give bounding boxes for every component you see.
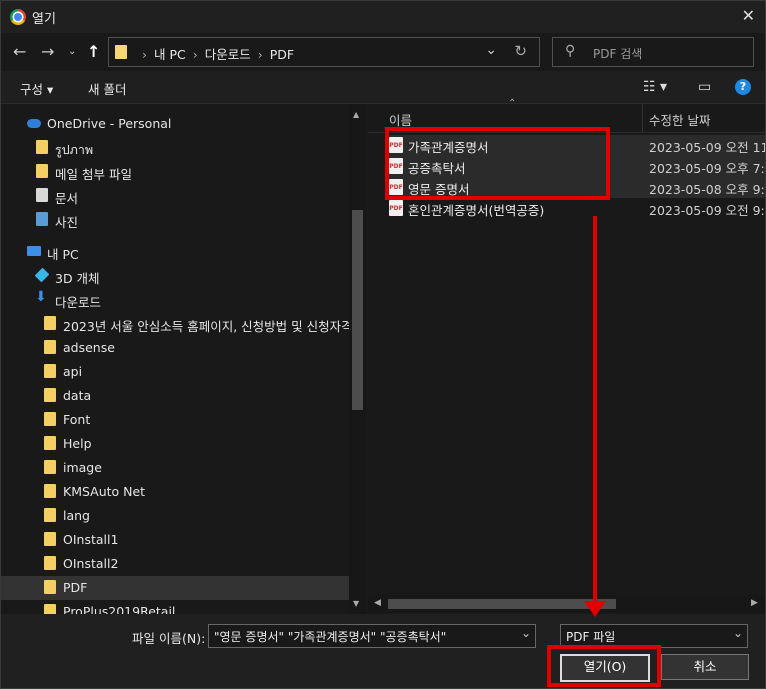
up-arrow-icon[interactable]: ↑ <box>87 42 100 61</box>
view-options-icon[interactable]: ☷ ▾ <box>643 79 667 95</box>
computer-icon <box>27 246 41 256</box>
open-file-dialog: 열기 ✕ ← → ⌄ ↑ › 내 PC › 다운로드 › PDF ⌄ ↻ ⚲ PDF 검색… <box>0 0 766 689</box>
sidebar-item-mail-attachments[interactable]: 메일 첨부 파일 <box>1 160 349 184</box>
pdf-file-icon: PDF <box>389 200 403 216</box>
scroll-thumb[interactable] <box>352 210 363 410</box>
help-icon[interactable]: ? <box>735 79 751 95</box>
document-icon <box>36 188 48 202</box>
breadcrumb-downloads[interactable]: 다운로드 <box>205 47 251 62</box>
sidebar-item-folder[interactable]: KMSAuto Net <box>1 480 349 504</box>
filename-label: 파일 이름(N): <box>132 631 206 646</box>
title-bar: 열기 ✕ <box>1 1 765 33</box>
scroll-left-icon[interactable]: ◀ <box>374 598 381 608</box>
command-bar: 구성 ▾ 새 폴더 ☷ ▾ ▭ ? <box>1 71 765 104</box>
sidebar-item-folder[interactable]: lang <box>1 504 349 528</box>
window-title: 열기 <box>32 12 56 27</box>
sidebar-item-folder[interactable]: 2023년 서울 안심소득 홈페이지, 신청방법 및 신청자격 <box>1 312 353 336</box>
file-row[interactable]: PDF 혼인관계증명서(번역공증) 2023-05-09 오전 9:5 <box>386 198 765 219</box>
sidebar-item-this-pc[interactable]: 내 PC <box>1 240 349 264</box>
file-date: 2023-05-09 오후 7:0 <box>649 161 766 176</box>
recent-chevron-icon[interactable]: ⌄ <box>68 46 76 57</box>
chrome-icon <box>10 9 26 25</box>
sidebar-item-folder[interactable]: ProPlus2019Retail <box>1 600 349 614</box>
cloud-icon <box>27 119 41 128</box>
refresh-icon[interactable]: ↻ <box>514 42 527 60</box>
organize-button[interactable]: 구성 ▾ <box>20 79 53 98</box>
sidebar-item-documents[interactable]: 문서 <box>1 184 349 208</box>
scroll-down-icon[interactable]: ▼ <box>353 599 359 608</box>
file-name: 혼인관계증명서(번역공증) <box>408 203 545 218</box>
chevron-down-icon[interactable]: ⌄ <box>485 42 497 58</box>
highlight-box-open <box>547 645 661 687</box>
breadcrumb-pdf[interactable]: PDF <box>270 47 294 62</box>
arrow-line <box>593 216 597 602</box>
sidebar-item-folder[interactable]: image <box>1 456 349 480</box>
breadcrumb: › 내 PC › 다운로드 › PDF <box>142 47 295 62</box>
sidebar-item-pictures-th[interactable]: รูปภาพ <box>1 136 349 160</box>
picture-icon <box>36 212 48 226</box>
sidebar-item-pdf[interactable]: PDF <box>1 576 349 600</box>
scroll-up-icon[interactable]: ▲ <box>353 110 359 119</box>
folder-icon <box>44 484 56 498</box>
sidebar-item-3d-objects[interactable]: 3D 개체 <box>1 264 349 288</box>
file-list-scrollbar[interactable]: ◀ ▶ <box>368 595 765 613</box>
scroll-right-icon[interactable]: ▶ <box>751 598 758 608</box>
scroll-thumb[interactable] <box>388 599 616 609</box>
address-bar[interactable]: › 내 PC › 다운로드 › PDF ⌄ ↻ <box>108 37 540 67</box>
folder-icon <box>44 508 56 522</box>
forward-arrow-icon[interactable]: → <box>41 42 54 61</box>
folder-icon <box>44 340 56 354</box>
navigation-bar: ← → ⌄ ↑ › 내 PC › 다운로드 › PDF ⌄ ↻ ⚲ PDF 검색 <box>1 33 765 71</box>
folder-icon <box>44 460 56 474</box>
folder-icon <box>44 388 56 402</box>
back-arrow-icon[interactable]: ← <box>13 42 26 61</box>
sidebar-item-folder[interactable]: data <box>1 384 349 408</box>
cancel-button[interactable]: 취소 <box>661 654 749 680</box>
sidebar-item-folder[interactable]: Font <box>1 408 349 432</box>
close-icon[interactable]: ✕ <box>742 6 755 25</box>
sidebar-item-downloads[interactable]: ⬇ 다운로드 <box>1 288 349 312</box>
search-box[interactable]: ⚲ PDF 검색 <box>552 37 754 67</box>
sidebar-item-folder[interactable]: OInstall1 <box>1 528 349 552</box>
search-icon: ⚲ <box>565 43 576 59</box>
preview-pane-icon[interactable]: ▭ <box>698 79 711 95</box>
sidebar-item-folder[interactable]: Help <box>1 432 349 456</box>
folder-icon <box>44 316 56 330</box>
chevron-down-icon[interactable]: ⌄ <box>733 626 743 640</box>
arrow-head-icon <box>584 601 606 617</box>
folder-icon <box>36 140 48 154</box>
sidebar-item-onedrive[interactable]: OneDrive - Personal <box>1 112 349 136</box>
cube-icon <box>34 267 50 283</box>
sidebar-item-folder[interactable]: adsense <box>1 336 349 360</box>
filename-value: "영문 증명서" "가족관계증명서" "공증촉탁서" <box>214 630 447 644</box>
folder-icon <box>44 604 56 614</box>
folder-icon <box>44 412 56 426</box>
folder-icon <box>44 580 56 594</box>
folder-icon <box>36 164 48 178</box>
folder-icon <box>44 364 56 378</box>
download-icon: ⬇ <box>35 289 47 305</box>
file-type-value: PDF 파일 <box>566 630 616 644</box>
sidebar-item-folder[interactable]: OInstall2 <box>1 552 349 576</box>
file-date: 2023-05-08 오후 9:4 <box>649 182 766 197</box>
highlight-box-files <box>385 127 610 200</box>
file-date: 2023-05-09 오전 9:5 <box>649 203 766 218</box>
filename-input[interactable]: "영문 증명서" "가족관계증명서" "공증촉탁서" ⌄ <box>208 624 536 648</box>
sidebar-item-folder[interactable]: api <box>1 360 349 384</box>
navigation-scrollbar[interactable]: ▲ ▼ <box>349 104 366 614</box>
folder-icon <box>44 532 56 546</box>
sort-ascending-icon: ⌃ <box>508 98 517 109</box>
folder-icon <box>44 436 56 450</box>
navigation-pane: OneDrive - Personal รูปภาพ 메일 첨부 파일 문서 사… <box>1 104 367 614</box>
new-folder-button[interactable]: 새 폴더 <box>88 79 126 98</box>
file-date: 2023-05-09 오전 11:1 <box>649 140 765 155</box>
folder-icon <box>115 45 127 59</box>
chevron-down-icon[interactable]: ⌄ <box>521 626 531 640</box>
sidebar-item-photos[interactable]: 사진 <box>1 208 349 232</box>
column-date-modified[interactable]: 수정한 날짜 <box>649 110 710 129</box>
search-input[interactable]: PDF 검색 <box>593 45 642 62</box>
folder-icon <box>44 556 56 570</box>
breadcrumb-pc[interactable]: 내 PC <box>154 47 186 62</box>
